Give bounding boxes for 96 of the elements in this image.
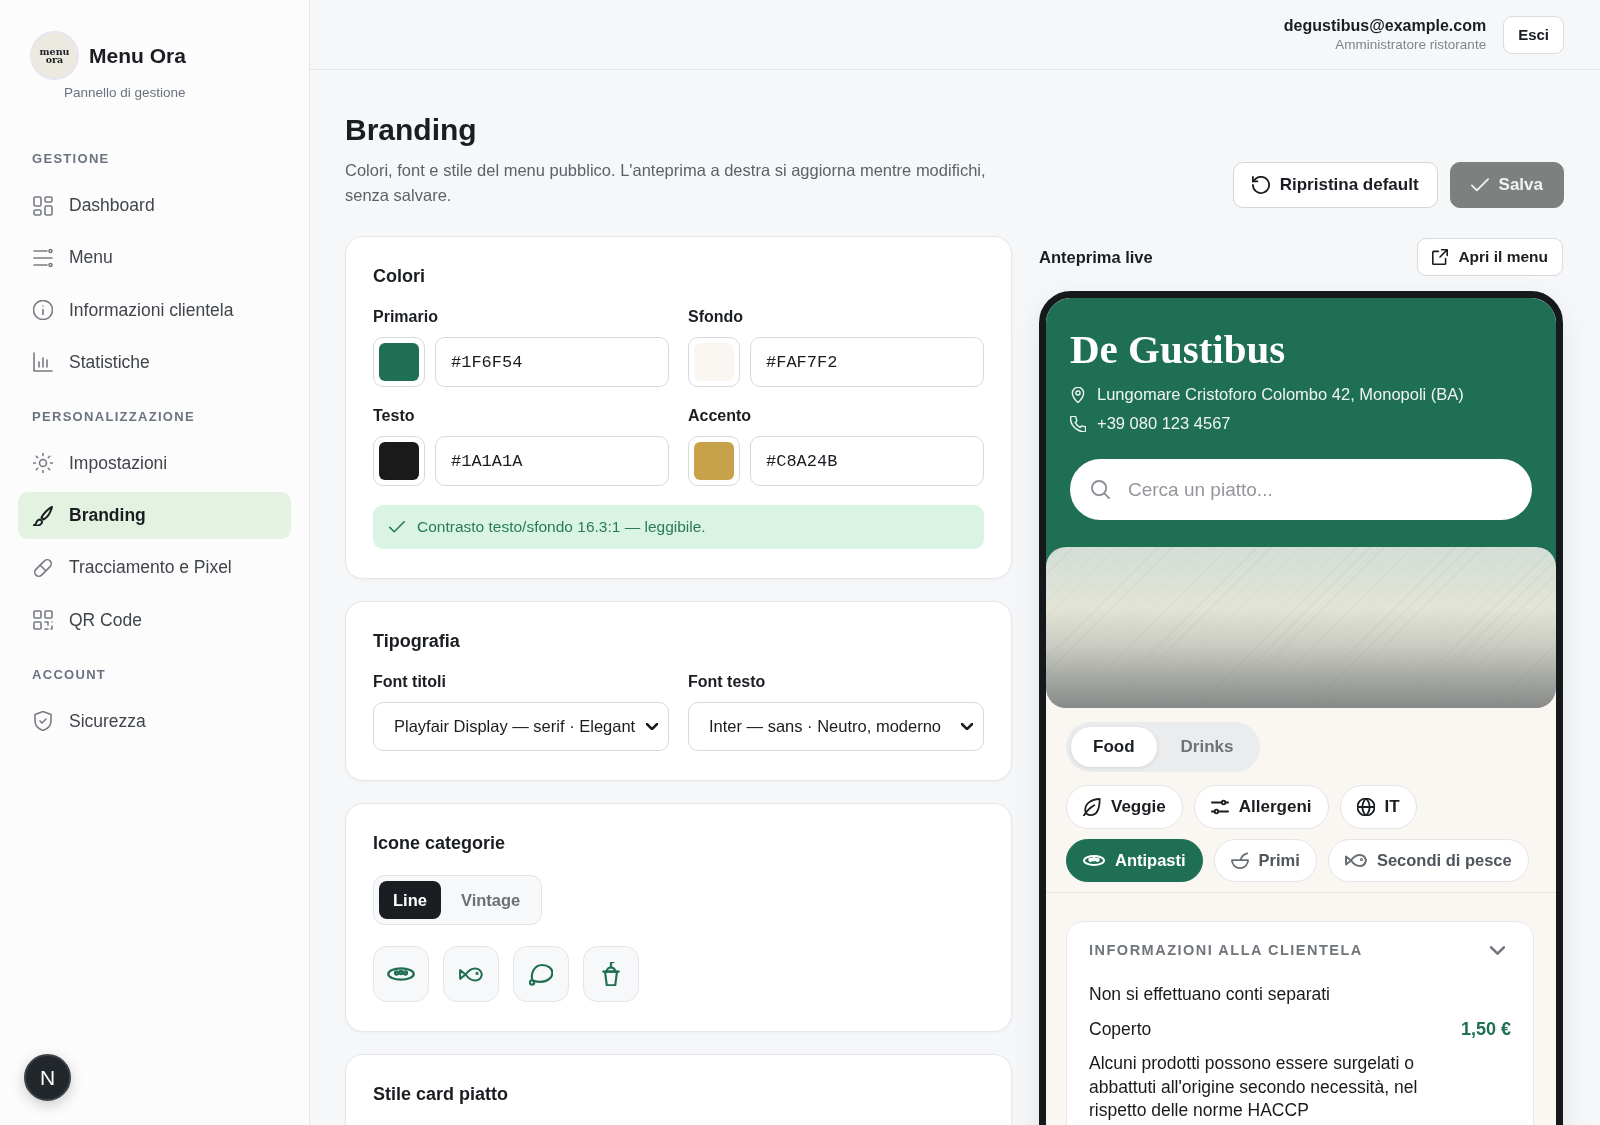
bar-chart-icon <box>33 352 53 373</box>
font-select[interactable]: Inter — sans · Neutro, moderno <box>688 702 984 751</box>
menu-type-tab[interactable]: Food <box>1071 727 1157 767</box>
chevron-down-icon <box>646 723 658 730</box>
card-title: Icone categorie <box>373 832 507 855</box>
hex-input[interactable]: #1F6F54 <box>435 337 669 387</box>
color-picker-button[interactable] <box>373 436 425 486</box>
category-chip[interactable]: Primi <box>1213 839 1317 882</box>
nav-item[interactable]: Tracciamento e Pixel <box>18 544 291 592</box>
price-value: 1,50 € <box>1460 1018 1511 1041</box>
map-pin-icon <box>1070 386 1086 403</box>
restaurant-name: De Gustibus <box>1070 325 1287 373</box>
app-subtitle: Pannello di gestione <box>64 84 187 101</box>
speech-bubble-icon <box>529 962 553 986</box>
leaf-icon <box>1083 798 1101 816</box>
icon-style-tab[interactable]: Vintage <box>444 881 537 919</box>
nav-item[interactable]: Branding <box>18 492 291 540</box>
hex-input[interactable]: #1A1A1A <box>435 436 669 486</box>
user-email: degustibus@example.com <box>1283 15 1487 36</box>
pill-icon <box>33 558 53 578</box>
fish-icon <box>1344 854 1367 867</box>
dev-tools-button[interactable]: N <box>24 1054 71 1101</box>
color-picker-button[interactable] <box>373 337 425 387</box>
nav-item[interactable]: QR Code <box>18 596 291 644</box>
bowl-icon <box>1230 851 1249 870</box>
nav-item[interactable]: Menu <box>18 234 291 282</box>
list-icon <box>33 247 53 268</box>
field-label: Font testo <box>688 672 767 692</box>
logo: menu ora <box>30 31 79 80</box>
info-card-title: INFORMAZIONI ALLA CLIENTELA <box>1089 941 1363 959</box>
info-text: Alcuni prodotti possono essere surgelati o abbattuti all'origine secondo necessità, nel rispetto delle norme HACCP <box>1089 1052 1419 1122</box>
color-picker-button[interactable] <box>688 337 740 387</box>
sun-icon <box>33 453 53 474</box>
platter-icon <box>387 967 415 981</box>
shield-icon <box>33 711 53 732</box>
hex-input[interactable]: #FAF7F2 <box>750 337 984 387</box>
icon-style-tab[interactable]: Line <box>379 881 441 919</box>
nav-item[interactable]: Sicurezza <box>18 697 291 745</box>
card-title: Stile card piatto <box>373 1083 510 1106</box>
filter-chip[interactable]: Allergeni <box>1193 785 1329 829</box>
search-field[interactable]: Cerca un piatto... <box>1070 459 1532 520</box>
category-icon-button[interactable] <box>583 946 639 1002</box>
page-title: Branding <box>345 112 478 148</box>
category-icon-button[interactable] <box>513 946 569 1002</box>
cup-icon <box>599 962 623 986</box>
field-label: Font titoli <box>373 672 447 692</box>
nav-item[interactable]: Informazioni clientela <box>18 286 291 334</box>
rotate-arrow-icon <box>1251 176 1270 194</box>
color-picker-button[interactable] <box>688 436 740 486</box>
globe-icon <box>1356 798 1375 816</box>
search-icon <box>1091 480 1110 499</box>
info-icon <box>33 300 53 321</box>
card-title: Colori <box>373 265 426 288</box>
contrast-message: Contrasto testo/sfondo 16.3:1 — leggibile. <box>417 518 706 536</box>
app-title: Menu Ora <box>89 43 186 68</box>
card-title: Tipografia <box>373 630 461 653</box>
nav-item[interactable]: Impostazioni <box>18 439 291 487</box>
section-heading: PERSONALIZZAZIONE <box>31 407 196 426</box>
section-heading: GESTIONE <box>31 150 111 168</box>
category-icon-button[interactable] <box>443 946 499 1002</box>
sliders-icon <box>1210 798 1229 816</box>
section-heading: ACCOUNT <box>31 665 108 684</box>
dashboard-icon <box>33 195 53 216</box>
address-text: Lungomare Cristoforo Colombo 42, Monopoli (BA) <box>1097 385 1464 404</box>
reset-button[interactable]: Ripristina default <box>1232 162 1438 208</box>
check-icon <box>389 519 405 535</box>
category-chip[interactable]: Secondi di pesce <box>1327 839 1529 882</box>
phone-text: +39 080 123 4567 <box>1097 414 1231 433</box>
fish-icon <box>459 966 483 982</box>
category-icon-button[interactable] <box>373 946 429 1002</box>
filter-chip[interactable]: Veggie <box>1066 785 1183 829</box>
field-label: Accento <box>688 406 753 426</box>
brush-icon <box>33 505 53 526</box>
hex-input[interactable]: #C8A24B <box>750 436 984 486</box>
field-label: Sfondo <box>688 307 745 327</box>
open-menu-button[interactable]: Apri il menu <box>1417 238 1563 276</box>
category-chip[interactable]: Antipasti <box>1066 839 1203 882</box>
preview-title: Anteprima live <box>1039 247 1153 267</box>
filter-chip[interactable]: IT <box>1339 785 1417 829</box>
field-label: Testo <box>373 406 416 426</box>
platter-icon <box>1083 855 1105 866</box>
check-icon <box>1470 176 1489 194</box>
external-link-icon <box>1432 249 1449 265</box>
field-label: Primario <box>373 307 439 327</box>
info-text: Non si effettuano conti separati <box>1089 983 1331 1006</box>
menu-type-tab[interactable]: Drinks <box>1158 727 1256 767</box>
qr-code-icon <box>33 610 53 631</box>
nav-item[interactable]: Dashboard <box>18 182 291 229</box>
page-description: Colori, font e stile del menu pubblico. L'anteprima a destra si aggiorna mentre modifichi, senza salvare. <box>345 160 987 206</box>
user-role: Amministratore ristorante <box>1334 35 1487 54</box>
price-label: Coperto <box>1089 1018 1152 1041</box>
logout-button[interactable]: Esci <box>1503 15 1564 54</box>
nav-item[interactable]: Statistiche <box>18 338 291 386</box>
phone-icon <box>1070 415 1086 432</box>
chevron-down-icon <box>961 723 973 730</box>
font-select[interactable]: Playfair Display — serif · Elegant <box>373 702 669 751</box>
